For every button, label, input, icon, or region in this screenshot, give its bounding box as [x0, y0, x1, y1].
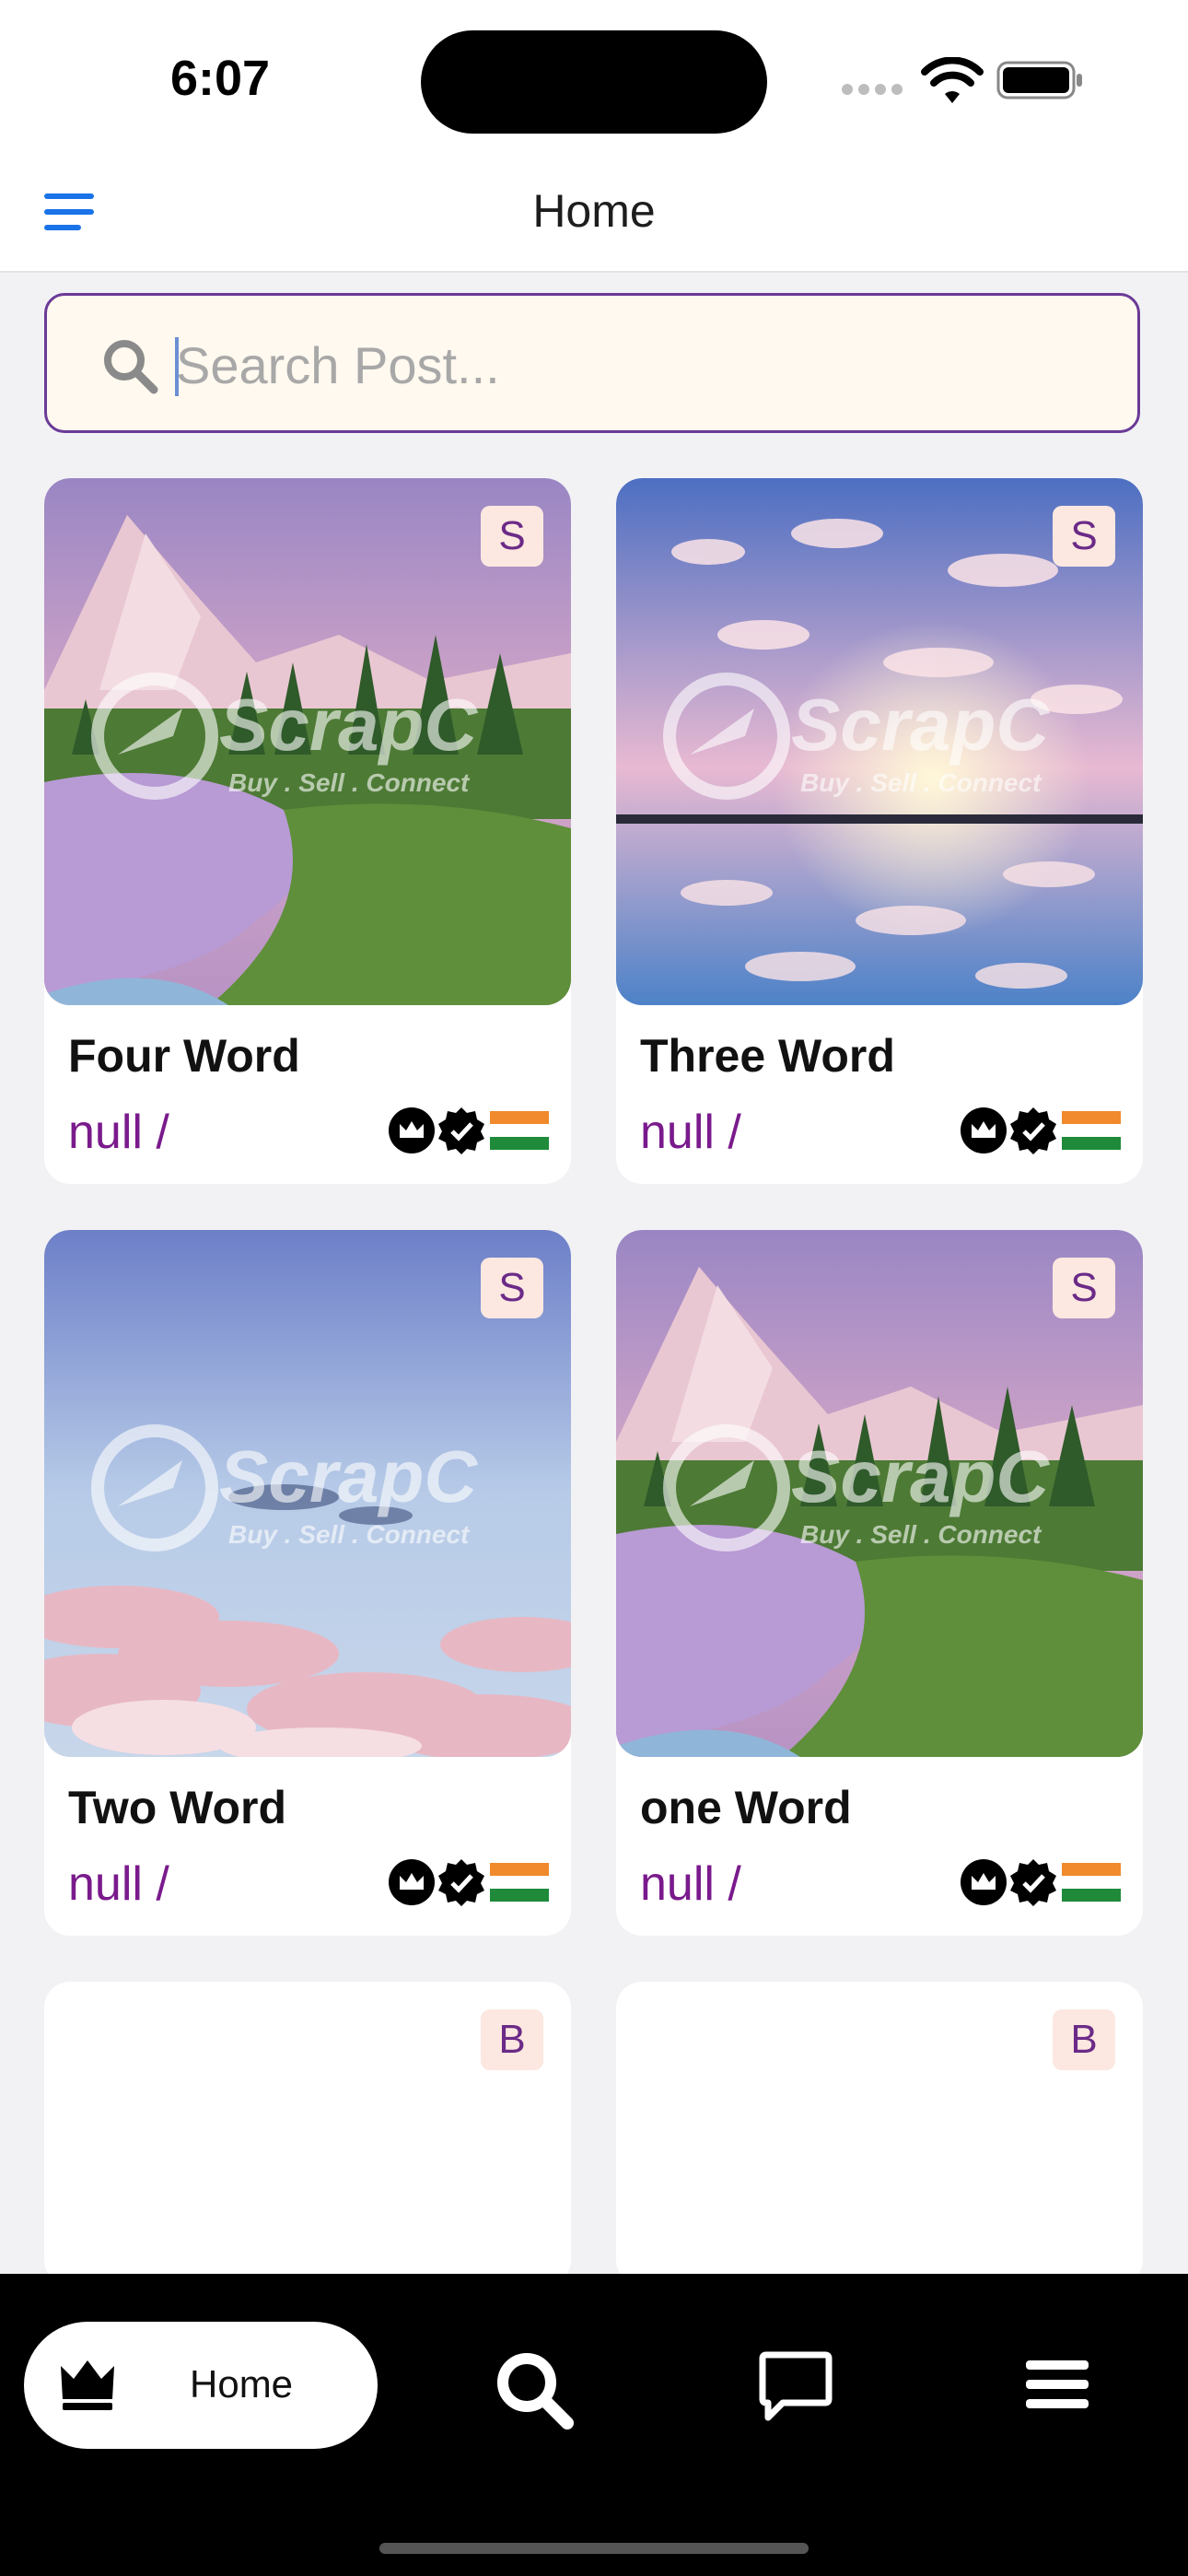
watermark-tagline: Buy . Sell . Connect	[800, 768, 1042, 797]
post-type-badge: S	[1053, 1258, 1115, 1318]
home-indicator	[379, 2543, 809, 2554]
post-status-icons	[961, 1858, 1121, 1906]
page-title: Home	[532, 185, 656, 237]
post-image: ScrapC Buy . Sell . Connect S	[616, 1230, 1143, 1757]
tab-home[interactable]: Home	[24, 2322, 378, 2449]
crown-icon	[61, 2360, 114, 2410]
bottom-tab-bar: Home	[0, 2274, 1188, 2576]
india-flag-icon	[490, 1111, 549, 1150]
wifi-icon	[921, 57, 984, 103]
post-type-badge: S	[1053, 506, 1115, 567]
chat-icon[interactable]	[757, 2348, 834, 2425]
post-title: Four Word	[68, 1030, 300, 1082]
post-subtitle: null /	[68, 1106, 169, 1159]
watermark-text: ScrapC	[791, 1435, 1050, 1517]
post-image: ScrapC Buy . Sell . Connect S	[44, 1230, 571, 1757]
post-type-badge: B	[1053, 2009, 1115, 2070]
search-bar[interactable]	[44, 293, 1140, 433]
verified-check-icon	[438, 1859, 484, 1906]
tab-home-label: Home	[190, 2362, 294, 2406]
scrapc-watermark-logo: ScrapC Buy . Sell . Connect	[663, 673, 1050, 800]
status-bar: 6:07	[0, 0, 1188, 157]
post-type-badge: B	[481, 2009, 543, 2070]
india-flag-icon	[490, 1863, 549, 1902]
text-cursor	[175, 337, 179, 396]
post-title: Three Word	[640, 1030, 895, 1082]
post-card[interactable]: ScrapC Buy . Sell . Connect S Four Word …	[44, 478, 571, 1184]
crown-badge-icon	[961, 1859, 1007, 1905]
post-status-icons	[389, 1107, 549, 1154]
post-type-badge: S	[481, 506, 543, 567]
watermark-tagline: Buy . Sell . Connect	[228, 1520, 471, 1549]
watermark-text: ScrapC	[219, 684, 478, 766]
post-status-icons	[961, 1107, 1121, 1154]
post-image: ScrapC Buy . Sell . Connect S	[616, 478, 1143, 1005]
verified-check-icon	[1010, 1107, 1056, 1154]
search-icon	[104, 340, 158, 394]
crown-badge-icon	[389, 1859, 435, 1905]
post-card[interactable]: B	[616, 1982, 1143, 2286]
menu-icon[interactable]	[1026, 2359, 1089, 2410]
post-title: Two Word	[68, 1782, 286, 1833]
navigation-bar: Home	[0, 157, 1188, 273]
status-time: 6:07	[170, 51, 271, 106]
dynamic-island	[421, 30, 767, 134]
watermark-tagline: Buy . Sell . Connect	[228, 768, 471, 797]
post-card[interactable]: B	[44, 1982, 571, 2286]
post-subtitle: null /	[640, 1106, 741, 1159]
scrapc-watermark-logo: ScrapC Buy . Sell . Connect	[91, 673, 478, 800]
verified-check-icon	[1010, 1859, 1056, 1906]
post-image: ScrapC Buy . Sell . Connect S	[44, 478, 571, 1005]
post-type-badge: S	[481, 1258, 543, 1318]
post-card[interactable]: ScrapC Buy . Sell . Connect S one Word n…	[616, 1230, 1143, 1936]
watermark-tagline: Buy . Sell . Connect	[800, 1520, 1042, 1549]
post-status-icons	[389, 1858, 549, 1906]
battery-icon	[996, 61, 1082, 100]
post-subtitle: null /	[68, 1857, 169, 1911]
post-card[interactable]: ScrapC Buy . Sell . Connect S Two Word n…	[44, 1230, 571, 1936]
watermark-text: ScrapC	[791, 684, 1050, 766]
post-title: one Word	[640, 1782, 852, 1833]
scrapc-watermark-logo: ScrapC Buy . Sell . Connect	[91, 1424, 478, 1551]
verified-check-icon	[438, 1107, 484, 1154]
search-input[interactable]	[176, 323, 1097, 406]
crown-badge-icon	[389, 1107, 435, 1153]
scrapc-watermark-logo: ScrapC Buy . Sell . Connect	[663, 1424, 1050, 1551]
india-flag-icon	[1062, 1111, 1121, 1150]
watermark-text: ScrapC	[219, 1435, 478, 1517]
post-subtitle: null /	[640, 1857, 741, 1911]
cellular-signal-icon	[842, 83, 908, 100]
search-icon[interactable]	[492, 2348, 575, 2430]
post-card[interactable]: ScrapC Buy . Sell . Connect S Three Word…	[616, 478, 1143, 1184]
crown-badge-icon	[961, 1107, 1007, 1153]
india-flag-icon	[1062, 1863, 1121, 1902]
